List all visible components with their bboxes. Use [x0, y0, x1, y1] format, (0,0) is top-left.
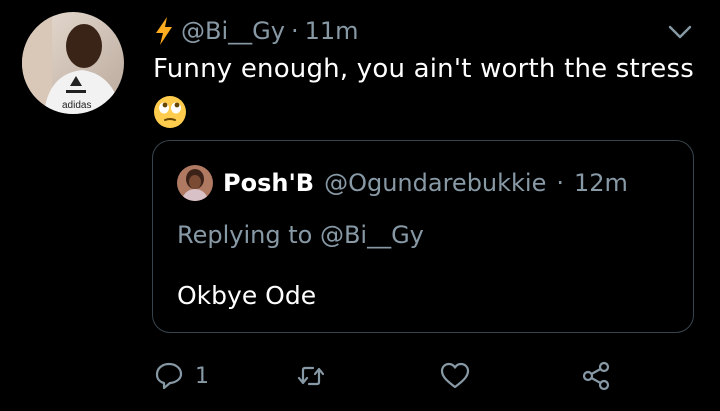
quoted-display-name[interactable]: Posh'B [223, 169, 314, 197]
tweet-separator: · [290, 17, 299, 45]
replying-to-line: Replying to @Bi__Gy [177, 221, 424, 249]
quoted-tweet-card[interactable]: Posh'B @Ogundarebukkie · 12m Replying to… [152, 140, 694, 333]
like-action[interactable] [439, 356, 471, 396]
chevron-down-icon[interactable] [666, 20, 694, 44]
retweet-icon[interactable] [295, 360, 327, 392]
replying-to-mention[interactable]: @Bi__Gy [320, 221, 424, 249]
reply-count: 1 [195, 363, 209, 389]
tweet-time[interactable]: 11m [305, 17, 359, 45]
reply-action[interactable]: 1 [153, 356, 209, 396]
tweet-text: Funny enough, you ain't worth the stress [153, 54, 694, 84]
share-action[interactable] [580, 356, 612, 396]
tweet-actions: 1 [153, 356, 613, 396]
quoted-handle[interactable]: @Ogundarebukkie [324, 169, 546, 197]
lightning-bolt-icon [156, 17, 172, 45]
tweet-header: @Bi__Gy · 11m [153, 14, 359, 48]
quoted-time[interactable]: 12m [574, 169, 628, 197]
user-avatar[interactable]: adidas [22, 12, 124, 114]
avatar-shirt-logo: adidas [62, 100, 91, 111]
retweet-action[interactable] [295, 356, 327, 396]
heart-icon[interactable] [439, 360, 471, 392]
quoted-tweet-text: Okbye Ode [177, 281, 317, 310]
tweet-handle[interactable]: @Bi__Gy [181, 17, 285, 45]
reply-icon[interactable] [153, 360, 185, 392]
quoted-tweet-header: Posh'B @Ogundarebukkie · 12m [177, 165, 628, 201]
share-icon[interactable] [580, 360, 612, 392]
quoted-user-avatar[interactable] [177, 165, 213, 201]
rolling-eyes-emoji-icon [154, 96, 186, 128]
replying-prefix: Replying to [177, 221, 313, 249]
quoted-separator: · [556, 169, 565, 197]
